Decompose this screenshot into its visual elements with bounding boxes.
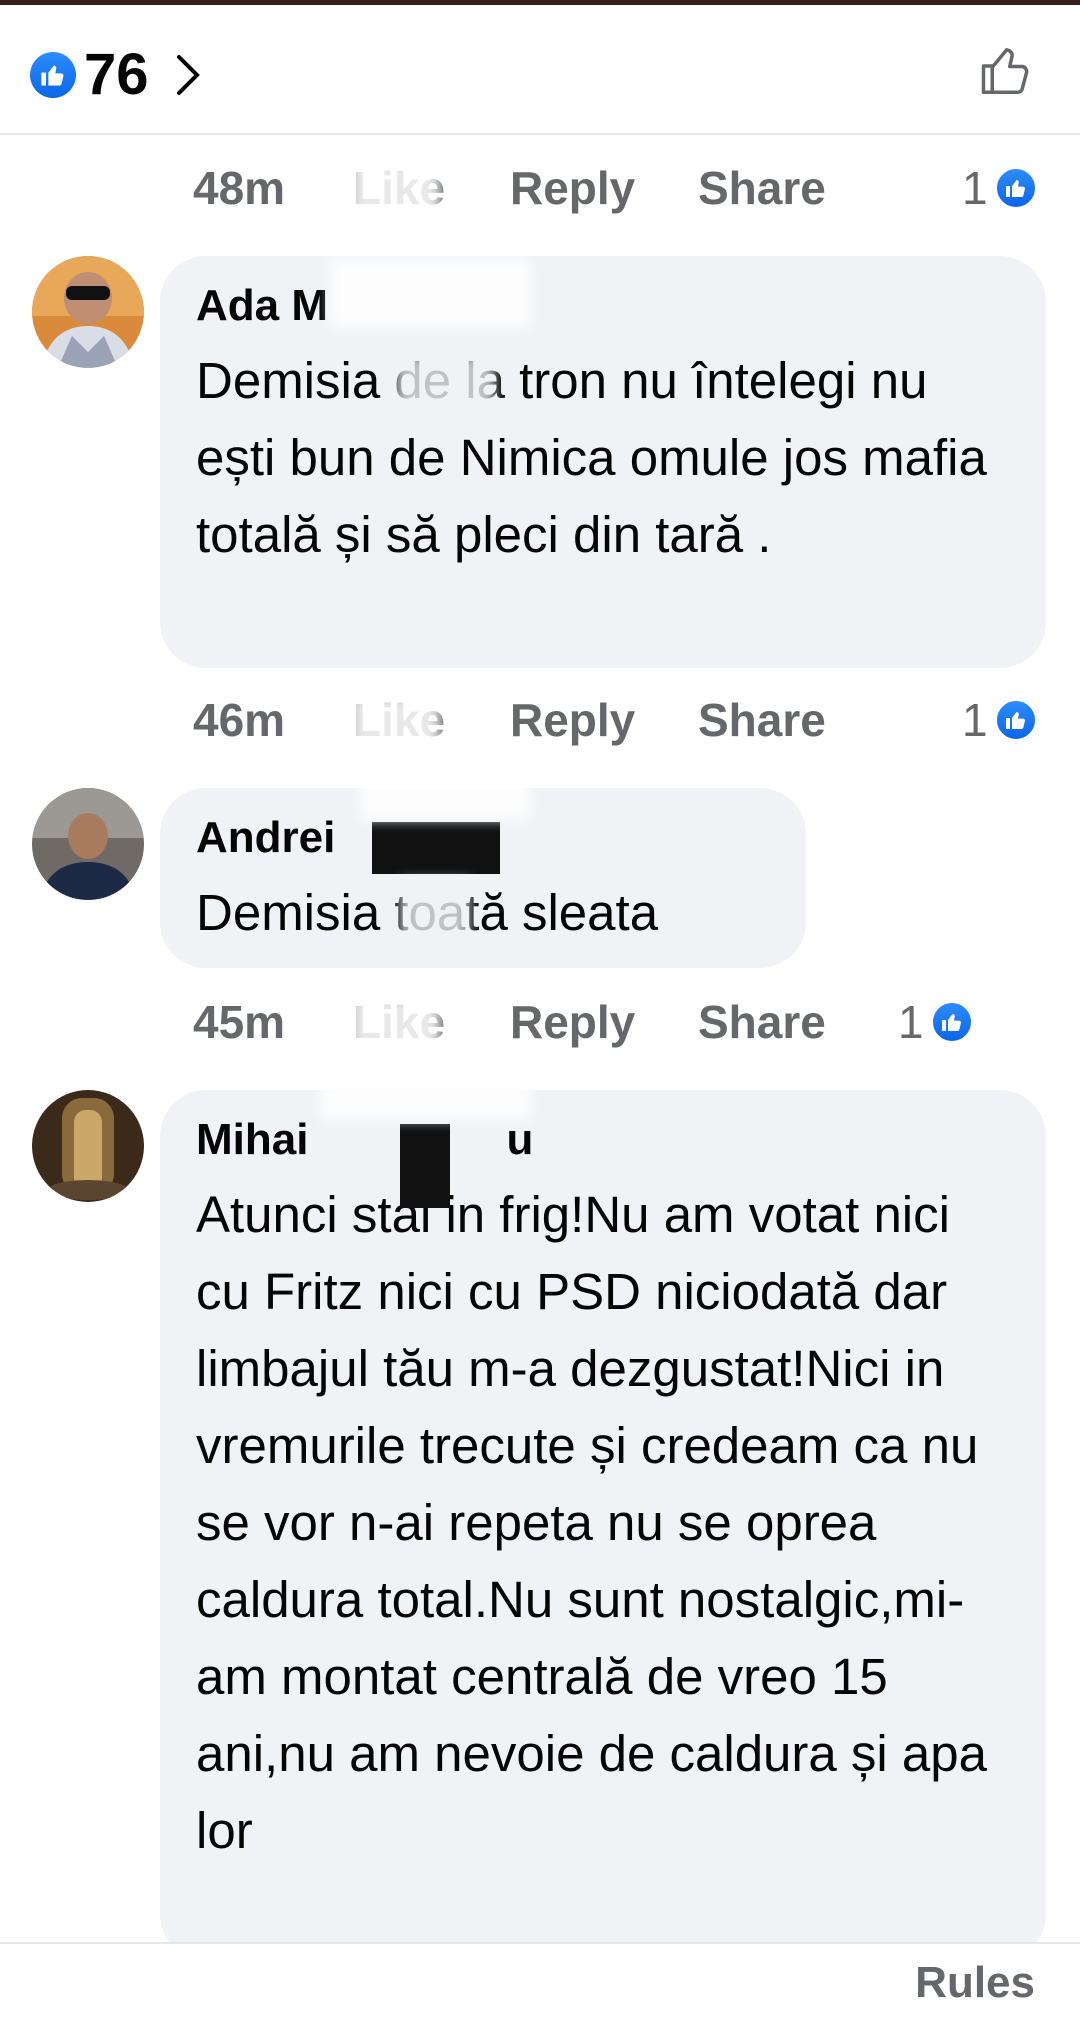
- reaction-number: 1: [962, 162, 988, 214]
- reaction-number: 1: [962, 694, 988, 746]
- redaction-blur: [350, 997, 440, 1067]
- redaction-blur: [395, 355, 495, 415]
- like-icon: [929, 1000, 974, 1044]
- thumbs-up-outline-icon[interactable]: [974, 39, 1038, 103]
- redaction-bar: [400, 1124, 450, 1208]
- reaction-number: 1: [898, 996, 924, 1048]
- comment-actions-row: 45m Like Reply Share: [193, 992, 826, 1052]
- redaction-blur: [400, 880, 470, 940]
- comment-bubble: Mihai u Atunci stai in frig!Nu am votat n…: [160, 1090, 1046, 1960]
- comment-timestamp: 45m: [193, 996, 286, 1048]
- comment-actions-row: 48m Like Reply Share: [193, 158, 826, 218]
- comment-timestamp: 48m: [193, 162, 286, 214]
- reaction-summary-button[interactable]: 76: [30, 37, 205, 113]
- comment-bubble: Ada M Demisia de la tron nu întelegi nu …: [160, 256, 1046, 668]
- reply-action[interactable]: Reply: [510, 161, 698, 215]
- redaction-blur: [350, 695, 440, 765]
- comment-author[interactable]: Ada M: [196, 278, 1010, 334]
- comment-reaction-count[interactable]: 1: [962, 690, 1038, 750]
- like-icon: [993, 698, 1038, 742]
- share-action[interactable]: Share: [698, 161, 826, 215]
- comment-author-name: Mihai: [196, 1115, 309, 1164]
- comment-actions-row: 46m Like Reply Share: [193, 690, 826, 750]
- comment-text: Demisia de la tron nu întelegi nu ești b…: [196, 352, 987, 563]
- comments-screen: 76 48m Like Reply Share 1 A: [0, 0, 1080, 2025]
- like-icon: [993, 166, 1038, 210]
- reactions-header: 76: [0, 5, 1080, 135]
- reply-action[interactable]: Reply: [510, 693, 698, 747]
- share-action[interactable]: Share: [698, 995, 826, 1049]
- share-action[interactable]: Share: [698, 693, 826, 747]
- redaction-bar: [372, 822, 500, 874]
- redaction-blur: [330, 258, 530, 328]
- comment-author[interactable]: Mihai u: [196, 1112, 1010, 1168]
- comment-reaction-count[interactable]: 1: [962, 158, 1038, 218]
- avatar[interactable]: [32, 256, 144, 368]
- comment-timestamp: 46m: [193, 694, 286, 746]
- comment-author-suffix: u: [506, 1115, 534, 1164]
- reaction-count: 76: [84, 42, 149, 107]
- redaction-blur: [350, 160, 440, 230]
- chevron-right-icon: [175, 52, 205, 98]
- avatar[interactable]: [32, 788, 144, 900]
- comment-text: Atunci stai in frig!Nu am votat nici cu …: [196, 1186, 988, 1859]
- redaction-blur: [360, 775, 530, 820]
- like-icon: [30, 52, 76, 98]
- reply-action[interactable]: Reply: [510, 995, 698, 1049]
- redaction-blur: [320, 1078, 530, 1120]
- comments-footer: Rules: [0, 1942, 1080, 2025]
- comment-text: Demisia toată sleata: [196, 884, 659, 941]
- rules-link[interactable]: Rules: [915, 1958, 1035, 2008]
- avatar[interactable]: [32, 1090, 144, 1202]
- comment-reaction-count[interactable]: 1: [898, 992, 974, 1052]
